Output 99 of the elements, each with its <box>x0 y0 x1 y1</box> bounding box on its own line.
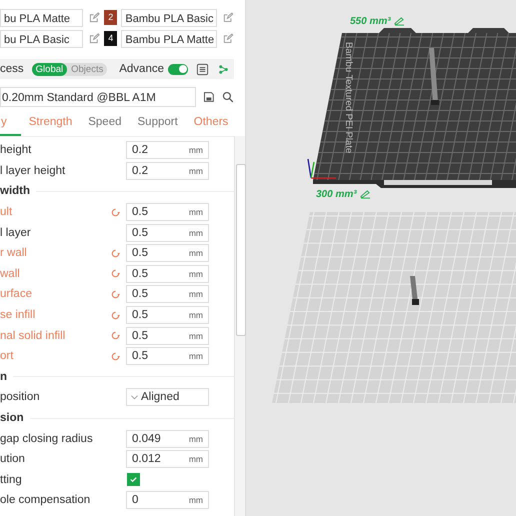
unit-label: mm <box>188 454 203 464</box>
volume-label: 550 mm³ <box>350 16 391 27</box>
reset-icon[interactable] <box>110 248 121 259</box>
reset-icon[interactable] <box>110 268 121 280</box>
preset-dropdown[interactable]: 0.20mm Standard @BBL A1M <box>0 87 196 107</box>
filament-swatch[interactable]: 2 <box>104 10 118 25</box>
edit-icon[interactable] <box>223 33 234 44</box>
value-field[interactable]: 0.5 mm <box>126 224 209 242</box>
unit-label: mm <box>188 434 203 444</box>
unit-label: mm <box>188 289 203 300</box>
value-text: 0.5 <box>132 268 149 280</box>
checkbox[interactable] <box>127 473 140 486</box>
value-field[interactable]: 0.5 mm <box>126 203 209 222</box>
filament-field[interactable]: bu PLA Matte <box>0 8 83 26</box>
value-text: 0.5 <box>132 288 149 300</box>
setting-label: se infill <box>0 309 36 322</box>
advance-label: Advance <box>119 63 164 75</box>
settings-tab[interactable]: Support <box>130 116 186 136</box>
setting-label: ole compensation <box>0 494 92 506</box>
pencil-icon[interactable] <box>394 17 405 26</box>
value-text: 0.5 <box>132 330 149 342</box>
value-text: 0.2 <box>132 144 149 156</box>
value-text: 0.012 <box>132 453 162 466</box>
setting-label: wall <box>0 268 21 280</box>
filament-field[interactable]: bu PLA Basic <box>0 30 83 48</box>
scrollbar[interactable] <box>234 136 245 516</box>
value-text: 0.5 <box>132 226 149 239</box>
edit-icon[interactable] <box>89 33 100 44</box>
value-field[interactable]: 0.5 mm <box>126 264 209 283</box>
setting-label: ult <box>0 206 14 218</box>
scrollbar-thumb[interactable] <box>236 164 246 336</box>
filament-field[interactable]: Bambu PLA Matte <box>121 30 218 48</box>
setting-label: position <box>0 391 41 404</box>
list-icon[interactable] <box>196 62 209 76</box>
unit-label: mm <box>188 351 203 362</box>
setting-label: l layer <box>0 226 32 239</box>
value-field[interactable]: 0.2 mm <box>126 141 209 160</box>
setting-label: urface <box>0 288 33 300</box>
setting-label: gap closing radius <box>0 432 94 445</box>
value-field[interactable]: 0.5 mm <box>126 306 209 324</box>
process-label: cess <box>0 63 24 75</box>
filament-field[interactable]: Bambu PLA Basic <box>121 8 218 26</box>
unit-label: mm <box>188 495 203 506</box>
seam-dropdown[interactable]: Aligned <box>126 388 209 406</box>
plate-label: Bambu Textured PEI Plate <box>343 42 354 154</box>
reset-icon[interactable] <box>110 330 121 342</box>
settings-tab[interactable]: Speed <box>80 116 130 136</box>
setting-label: l layer height <box>0 164 66 177</box>
setting-label: height <box>0 144 32 156</box>
value-text: 0.2 <box>132 164 149 177</box>
value-text: 0.5 <box>132 247 149 260</box>
section-title: sion <box>0 412 24 424</box>
value-field[interactable]: 0.049 mm <box>126 430 209 448</box>
value-text: 0.5 <box>132 350 149 362</box>
nodes-icon[interactable] <box>217 62 230 76</box>
unit-label: mm <box>188 207 203 218</box>
setting-label: r wall <box>0 247 28 260</box>
setting-label: nal solid infill <box>0 330 66 342</box>
reset-icon[interactable] <box>110 288 121 300</box>
unit-label: mm <box>188 268 203 279</box>
volume-label: 300 mm³ <box>316 189 357 200</box>
unit-label: mm <box>188 248 203 258</box>
value-text: 0.5 <box>132 309 149 322</box>
chevron-icon <box>131 394 138 400</box>
section-title: width <box>0 185 30 198</box>
edit-icon[interactable] <box>223 12 234 23</box>
value-field[interactable]: 0.5 mm <box>126 285 209 304</box>
object-drawing <box>429 48 439 105</box>
value-field[interactable]: 0.5 mm <box>126 326 209 345</box>
value-text: 0 <box>132 494 140 506</box>
search-icon[interactable] <box>222 91 234 103</box>
dropdown-value: Aligned <box>141 391 180 404</box>
section-title: n <box>0 370 8 383</box>
edit-icon[interactable] <box>89 12 100 23</box>
value-text: 0.5 <box>132 206 149 218</box>
unit-label: mm <box>188 330 203 341</box>
setting-label: ution <box>0 453 26 466</box>
object-drawing <box>410 276 419 305</box>
unit-label: mm <box>188 166 203 176</box>
value-field[interactable]: 0.5 mm <box>126 347 209 366</box>
value-field[interactable]: 0.012 mm <box>126 450 209 468</box>
reset-icon[interactable] <box>110 206 121 218</box>
value-field[interactable]: 0.5 mm <box>126 244 209 262</box>
check-icon <box>129 475 138 484</box>
unit-label: mm <box>188 310 203 320</box>
filament-swatch[interactable]: 4 <box>104 31 118 46</box>
reset-icon[interactable] <box>110 350 121 362</box>
setting-label: tting <box>0 474 23 486</box>
value-text: 0.049 <box>132 432 162 445</box>
save-icon[interactable] <box>203 91 216 103</box>
axes-icon <box>307 158 336 179</box>
unit-label: mm <box>188 228 203 238</box>
unit-label: mm <box>188 145 203 156</box>
setting-label: ort <box>0 350 14 362</box>
reset-icon[interactable] <box>110 310 121 321</box>
value-field[interactable]: 0 mm <box>126 491 209 510</box>
advance-switch[interactable] <box>168 64 188 74</box>
pencil-icon[interactable] <box>360 190 371 199</box>
value-field[interactable]: 0.2 mm <box>126 162 209 180</box>
